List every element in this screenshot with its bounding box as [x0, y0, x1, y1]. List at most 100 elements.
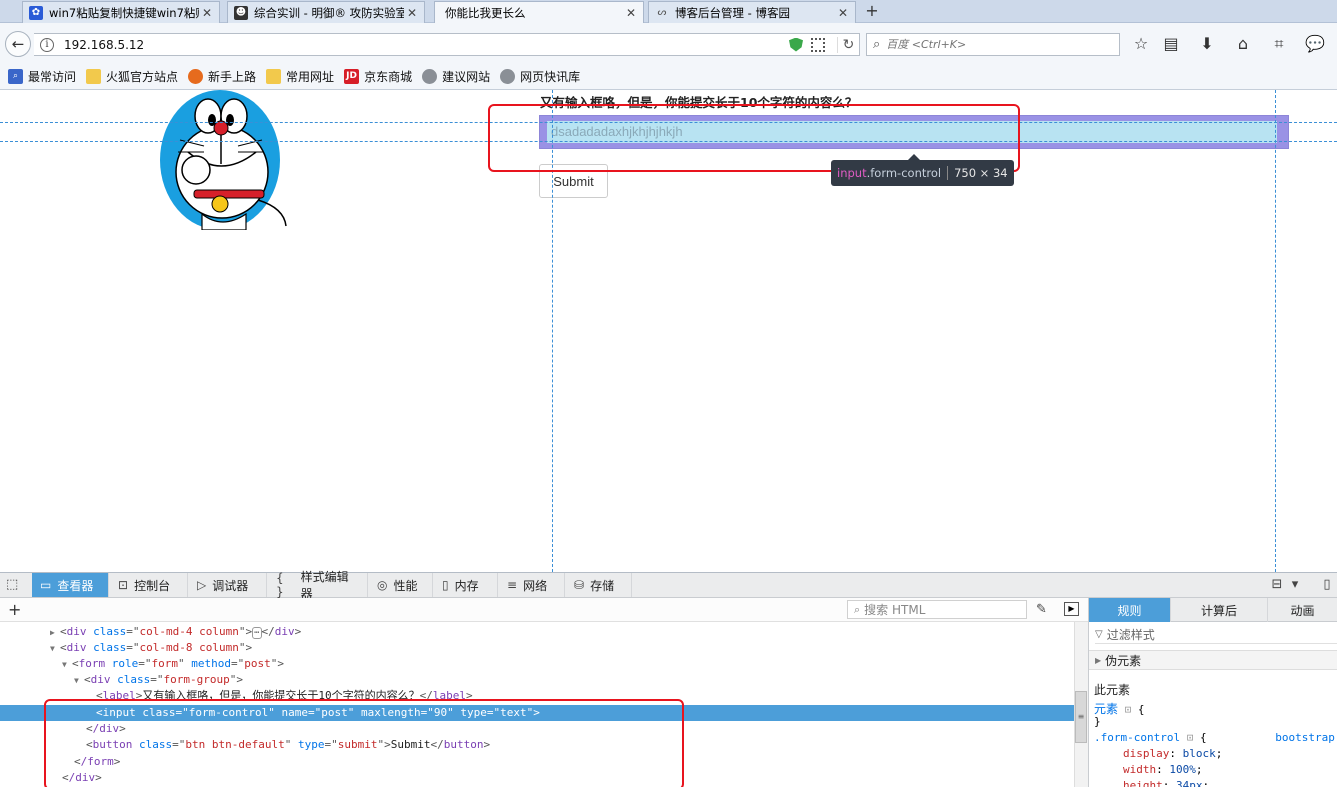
dock-layout-icon[interactable]: ⊟	[1268, 576, 1286, 594]
home-icon[interactable]: ⌂	[1232, 33, 1254, 55]
infobar-class: .form-control	[866, 166, 942, 180]
reload-icon[interactable]: ↻	[837, 36, 859, 53]
pseudo-label: 伪元素	[1105, 653, 1142, 668]
inspector-icon: ▭	[40, 578, 52, 592]
screenshot-crop-icon[interactable]: ⌗	[1268, 33, 1290, 55]
markup-line[interactable]: </div>	[0, 770, 1074, 786]
element-picker-icon[interactable]: ⬚	[6, 577, 22, 593]
download-icon[interactable]: ⬇	[1196, 33, 1218, 55]
search-input[interactable]	[886, 38, 1087, 51]
markup-line[interactable]: ▼ <div class="form-group">	[0, 672, 1074, 688]
bookmark-label: 新手上路	[208, 69, 257, 84]
search-icon: ⌕	[8, 68, 23, 84]
tab-performance[interactable]: ◎ 性能	[369, 573, 433, 597]
shield-icon[interactable]	[789, 37, 803, 52]
declaration-height[interactable]: height: 34px;	[1123, 779, 1209, 787]
bookmark-label: 火狐官方站点	[106, 69, 179, 84]
html-search-input[interactable]: ⌕ 搜索 HTML	[847, 600, 1027, 619]
filter-icon: ▽	[1095, 629, 1103, 640]
tab-network[interactable]: ≡ 网络	[499, 573, 565, 597]
form-control-rule[interactable]: .form-control ⊡ { bootstrap	[1094, 731, 1335, 744]
bookmark-label: 最常访问	[28, 69, 77, 84]
bookmark-jd[interactable]: JD 京东商城	[344, 68, 412, 85]
search-icon: ⌕	[854, 602, 861, 616]
tab-win7-paste[interactable]: ✿ win7粘贴复制快捷键win7粘贴 ✕	[22, 1, 220, 23]
jd-icon: JD	[344, 68, 360, 84]
markup-line[interactable]: <button class="btn btn-default" type="su…	[0, 737, 1074, 753]
tab-label: 调试器	[212, 578, 249, 593]
markup-line[interactable]: ▼ <form role="form" method="post">	[0, 656, 1074, 672]
tab-blog-admin[interactable]: ᔕ 博客后台管理 - 博客园 ✕	[648, 1, 856, 23]
markup-line[interactable]: </div>	[0, 721, 1074, 737]
braces-icon: { }	[276, 571, 284, 599]
info-icon[interactable]: i	[40, 37, 54, 52]
bookmark-suggested[interactable]: 建议网站	[422, 68, 490, 85]
performance-icon: ◎	[377, 578, 388, 592]
tab-label: 存储	[590, 578, 615, 593]
close-icon[interactable]: ✕	[404, 6, 420, 20]
close-icon[interactable]: ✕	[623, 6, 639, 20]
bookmark-label: 京东商城	[364, 69, 413, 84]
rule-source-link[interactable]: bootstrap	[1275, 731, 1335, 744]
tab-training[interactable]: ☻ 综合实训 - 明御® 攻防实验室 ✕	[227, 1, 425, 23]
add-node-icon[interactable]: +	[8, 600, 21, 619]
tab-animations[interactable]: 动画	[1268, 598, 1337, 622]
bookmark-getting-started[interactable]: 新手上路	[188, 68, 256, 85]
guide-line-right	[1275, 90, 1276, 572]
new-tab-button[interactable]: +	[862, 2, 882, 22]
markup-line[interactable]: <label>又有输入框咯，但是，你能提交长于10个字符的内容么？</label…	[0, 688, 1074, 704]
eyedropper-icon[interactable]: ✎	[1036, 602, 1047, 617]
bookmark-label: 常用网址	[286, 69, 335, 84]
bookmark-label: 网页快讯库	[520, 69, 581, 84]
element-rule[interactable]: 元素 ⊡ {	[1094, 700, 1145, 717]
reading-list-icon[interactable]: ▤	[1160, 33, 1182, 55]
markup-line[interactable]: ▶ <div class="col-md-4 column"> ⋯ </div>	[0, 624, 1074, 640]
tab-label: 样式编辑器	[300, 570, 349, 601]
bookmark-web-slice[interactable]: 网页快讯库	[500, 68, 580, 85]
search-placeholder: 搜索 HTML	[864, 603, 926, 617]
tab-current-page[interactable]: 你能比我更长么 ✕	[434, 1, 644, 24]
screenshot-node-icon[interactable]: ▶	[1064, 602, 1079, 616]
declaration-width[interactable]: width: 100%;	[1123, 763, 1203, 776]
infobar-tag: input	[837, 166, 867, 180]
markup-line[interactable]: ▼ <div class="col-md-8 column">	[0, 640, 1074, 656]
filter-styles-input[interactable]: ▽ 过滤样式	[1095, 626, 1337, 644]
tab-inspector[interactable]: ▭ 查看器	[32, 573, 109, 597]
address-bar[interactable]: i 192.168.5.12 ↻	[34, 33, 860, 56]
globe-icon	[500, 68, 516, 84]
tab-style-editor[interactable]: { } 样式编辑器	[268, 570, 368, 601]
tab-console[interactable]: ⊡ 控制台	[110, 573, 188, 597]
tab-memory[interactable]: ▯ 内存	[434, 573, 498, 597]
bookmark-star-icon[interactable]: ☆	[1130, 33, 1152, 55]
debugger-icon: ▷	[197, 578, 207, 592]
tab-debugger[interactable]: ▷ 调试器	[189, 573, 267, 597]
tab-rules[interactable]: 规则	[1089, 598, 1171, 622]
markup-line-selected[interactable]: <input class="form-control" name="post" …	[0, 705, 1074, 721]
search-bar[interactable]: ⌕	[866, 33, 1120, 56]
back-button[interactable]: ←	[5, 31, 31, 57]
tab-storage[interactable]: ⛁ 存储	[566, 573, 632, 597]
post-input[interactable]	[539, 115, 1289, 149]
markup-view: + ⌕ 搜索 HTML ✎ ▶ ▶ <div class="col-md-4 co…	[0, 598, 1088, 787]
qr-code-icon[interactable]	[811, 37, 825, 52]
blog-icon: ᔕ	[657, 7, 667, 18]
tab-computed[interactable]: 计算后	[1171, 598, 1268, 622]
dock-menu-icon[interactable]: ▾	[1286, 576, 1304, 594]
devtools-toolbar: ⬚ ▭ 查看器 ⊡ 控制台 ▷ 调试器 { } 样式编辑器 ◎ 性能 ▯ 内存 ≡ 网络 ⛁ 存…	[0, 570, 1337, 601]
dock-side-icon[interactable]: ▯	[1318, 576, 1336, 594]
declaration-display[interactable]: display: block;	[1123, 747, 1222, 760]
submit-button[interactable]: Submit	[539, 164, 608, 198]
this-element-heading: 此元素	[1094, 683, 1131, 697]
scrollbar-thumb[interactable]: ≡	[1075, 691, 1087, 743]
url-text[interactable]: 192.168.5.12	[64, 38, 789, 52]
pseudo-elements-toggle[interactable]: ▶ 伪元素	[1089, 650, 1337, 670]
bookmark-most-visited[interactable]: ⌕ 最常访问	[8, 68, 76, 85]
chat-icon[interactable]: 💬	[1304, 33, 1326, 55]
close-icon[interactable]: ✕	[199, 6, 215, 20]
folder-icon	[86, 68, 102, 84]
bookmark-firefox-site[interactable]: 火狐官方站点	[86, 68, 178, 85]
close-icon[interactable]: ✕	[835, 6, 851, 20]
bookmark-common-sites[interactable]: 常用网址	[266, 68, 334, 85]
tab-title: win7粘贴复制快捷键win7粘贴	[49, 5, 199, 20]
markup-line[interactable]: </form>	[0, 754, 1074, 770]
